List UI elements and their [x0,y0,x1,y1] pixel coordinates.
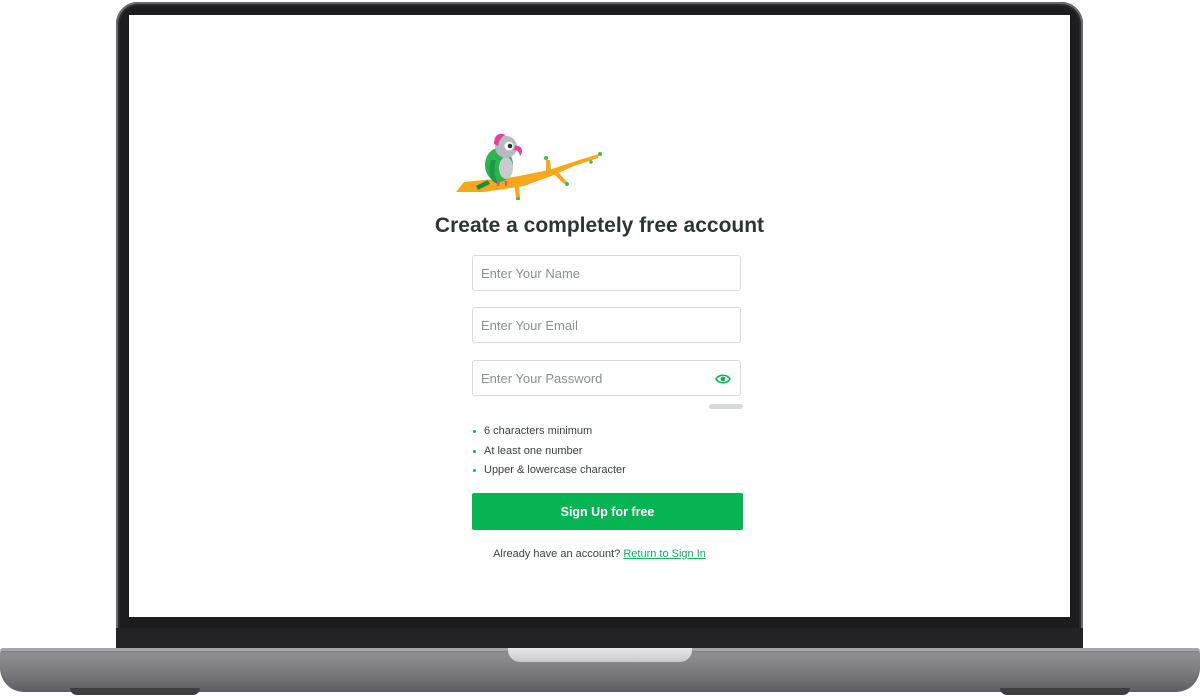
laptop-foot-left [70,688,200,695]
signup-screen: Create a completely free account 6 chara… [129,15,1070,617]
sign-in-prompt-text: Already have an account? [493,548,621,560]
parrot-logo [456,133,602,200]
bullet-icon [473,469,476,472]
bullet-icon [473,449,476,453]
rule-label: 6 characters minimum [484,425,593,437]
laptop-trackpad-notch [508,648,692,662]
email-field[interactable] [472,307,741,343]
password-input[interactable] [473,361,740,395]
rule-item: Upper & lowercase character [472,464,626,484]
laptop-bezel [116,628,1083,650]
password-field[interactable] [472,360,741,396]
email-input[interactable] [473,308,740,342]
sign-in-prompt: Already have an account? Return to Sign … [129,548,1070,560]
page-title: Create a completely free account [434,214,765,237]
return-to-sign-in-link[interactable]: Return to Sign In [623,548,706,560]
laptop-foot-right [1000,688,1130,695]
password-strength-meter [709,404,743,409]
eye-icon[interactable] [715,372,731,386]
rule-item: 6 characters minimum [472,425,626,445]
rule-label: Upper & lowercase character [484,464,626,476]
password-rules: 6 characters minimum At least one number… [472,425,626,484]
rule-item: At least one number [472,445,626,465]
name-input[interactable] [473,256,740,290]
sign-up-button[interactable]: Sign Up for free [472,493,743,530]
bullet-icon [473,430,476,433]
rule-label: At least one number [484,444,583,457]
name-field[interactable] [472,255,741,291]
